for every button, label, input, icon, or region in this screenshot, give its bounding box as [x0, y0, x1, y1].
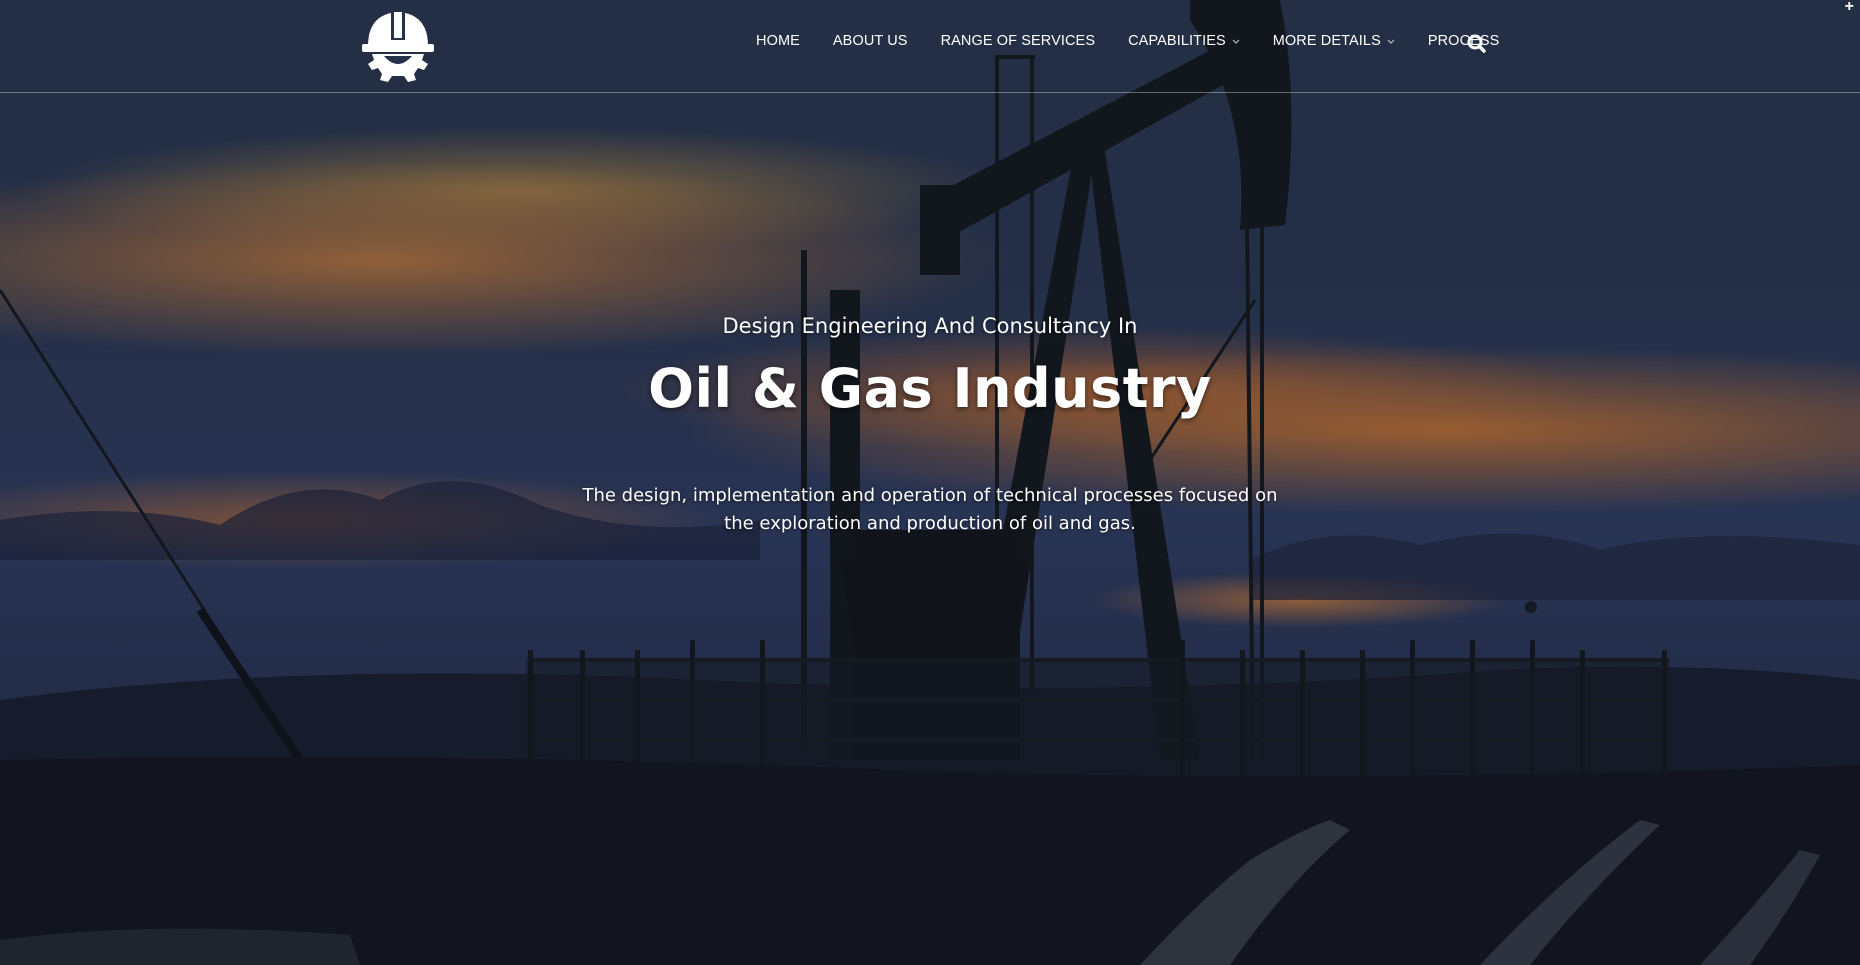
- nav-range-of-services[interactable]: RANGE OF SERVICES: [941, 33, 1096, 49]
- hero-eyebrow: Design Engineering And Consultancy In: [722, 314, 1138, 338]
- nav-home-label: HOME: [756, 33, 800, 49]
- hero-section: HOME ABOUT US RANGE OF SERVICES CAPABILI…: [0, 0, 1860, 965]
- nav-process[interactable]: PROCESS: [1428, 33, 1500, 49]
- hero-description: The design, implementation and operation…: [582, 485, 1278, 534]
- nav-capabilities[interactable]: CAPABILITIES: [1128, 33, 1240, 49]
- nav-about-us-label: ABOUT US: [832, 33, 908, 49]
- hero-headline: Oil & Gas Industry: [648, 357, 1212, 420]
- site-header: HOME ABOUT US RANGE OF SERVICES CAPABILI…: [0, 0, 1860, 93]
- main-navigation: HOME ABOUT US RANGE OF SERVICES CAPABILI…: [756, 33, 1532, 49]
- nav-about-us[interactable]: ABOUT US: [833, 33, 908, 49]
- nav-more-details[interactable]: MORE DETAILS: [1273, 33, 1395, 49]
- nav-capabilities-label: CAPABILITIES: [1128, 33, 1226, 49]
- chevron-down-icon: [1232, 37, 1240, 48]
- hardhat-gear-icon[interactable]: [360, 6, 436, 86]
- chevron-down-icon: [1387, 37, 1395, 48]
- nav-range-of-services-label: RANGE OF SERVICES: [940, 33, 1096, 49]
- search-icon[interactable]: [1466, 33, 1488, 55]
- nav-more-details-label: MORE DETAILS: [1272, 33, 1381, 49]
- plus-icon[interactable]: +: [1845, 0, 1854, 16]
- nav-home[interactable]: HOME: [756, 33, 800, 49]
- nav-process-label: PROCESS: [1427, 33, 1500, 49]
